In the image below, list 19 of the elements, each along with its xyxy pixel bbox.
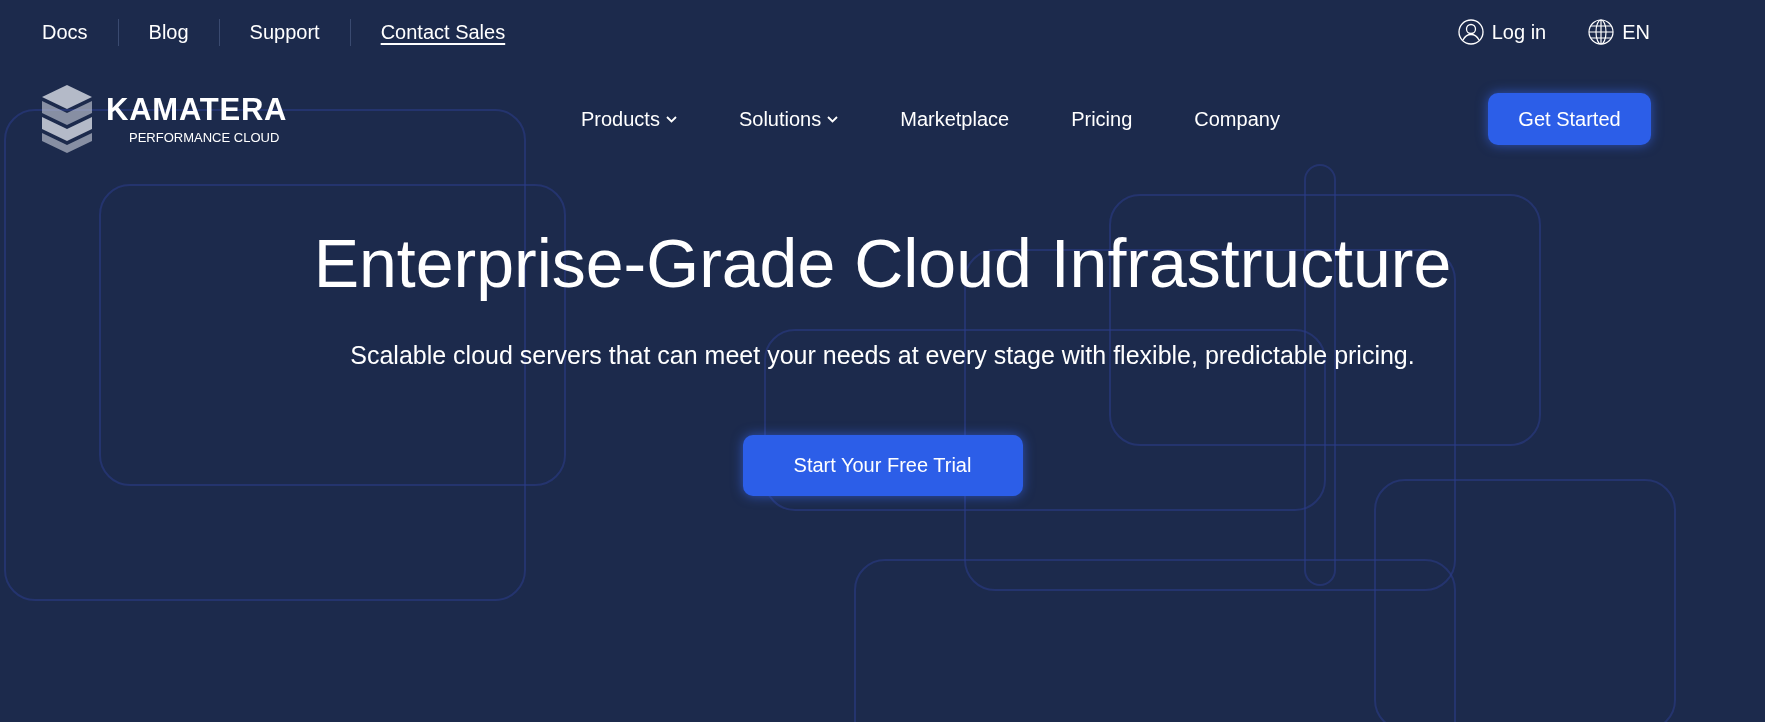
nav-link[interactable]: Solutions <box>738 104 839 134</box>
logo-tagline: PERFORMANCE CLOUD <box>129 131 280 144</box>
free-trial-button[interactable]: Start Your Free Trial <box>742 434 1023 496</box>
logo-name: KAMATERA <box>106 94 288 125</box>
nav-link[interactable]: Marketplace <box>900 104 1010 134</box>
top-link[interactable]: Support <box>249 17 320 47</box>
nav-link[interactable]: Pricing <box>1071 104 1133 134</box>
hero-subtitle: Scalable cloud servers that can meet your needs at every stage with flexible, predictable pricing. <box>350 340 1415 371</box>
user-icon <box>1457 19 1484 45</box>
top-link[interactable]: Docs <box>42 17 88 47</box>
nav-link[interactable]: Products <box>581 104 677 134</box>
login-link[interactable]: Log in <box>1457 17 1547 47</box>
nav-link[interactable]: Company <box>1194 104 1280 134</box>
get-started-button[interactable]: Get Started <box>1488 93 1651 145</box>
top-link[interactable]: Contact Sales <box>380 17 506 47</box>
top-link[interactable]: Blog <box>148 17 189 47</box>
logo-icon <box>42 85 92 153</box>
language-selector[interactable]: EN <box>1588 17 1650 47</box>
globe-icon <box>1588 19 1615 45</box>
